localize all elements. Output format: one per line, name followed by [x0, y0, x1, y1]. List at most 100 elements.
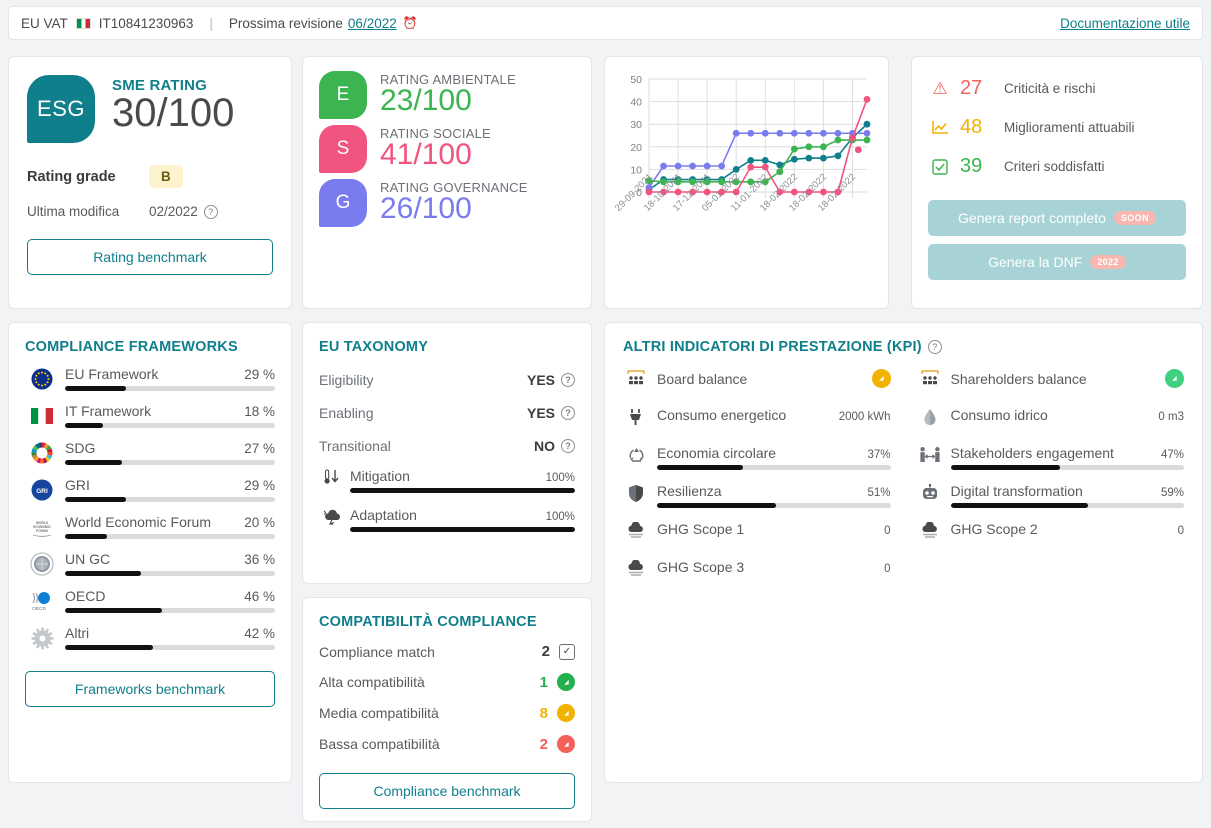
kpi-name: GHG Scope 1 [657, 521, 745, 537]
rating-sociale-text: RATING SOCIALE 41/100 [380, 125, 491, 171]
miglioramenti-value: 48 [960, 116, 983, 138]
kpi-body: Shareholders balance [951, 369, 1184, 388]
water-drop-icon [923, 408, 937, 426]
framework-icon-wrap [25, 440, 59, 466]
kpi-value: 0 [884, 525, 891, 537]
gri-logo-icon: GRI [31, 479, 53, 501]
taxonomy-progress-label: Mitigation [350, 468, 410, 484]
kpi-item: Consumo idrico 0 m3 [917, 407, 1185, 435]
documentation-link[interactable]: Documentazione utile [1060, 16, 1190, 31]
frameworks-list: EU Framework 29 % IT Framework 18 % SDG … [25, 366, 275, 651]
svg-text:0: 0 [636, 187, 642, 199]
thermometer-down-icon [323, 468, 341, 486]
un-global-compact-icon [30, 552, 54, 576]
dashboard-page: EU VAT IT10841230963 | Prossima revision… [0, 0, 1211, 828]
kpi-item: GHG Scope 3 0 [623, 559, 891, 587]
question-circle-icon[interactable]: ? [561, 373, 575, 387]
framework-percent: 20 % [244, 515, 275, 530]
compass-icon [561, 739, 572, 750]
shield-icon [628, 484, 644, 503]
compatibility-row: Bassa compatibilità 2 [319, 735, 575, 753]
kpi-icon-wrap [917, 483, 943, 506]
rating-benchmark-button[interactable]: Rating benchmark [27, 239, 273, 275]
svg-text:40: 40 [630, 97, 642, 109]
question-circle-icon[interactable]: ? [927, 340, 942, 354]
kpi-item: Resilienza 51% [623, 483, 891, 511]
framework-body: Altri 42 % [65, 625, 275, 650]
genera-report-button[interactable]: Genera report completo SOON [928, 200, 1186, 236]
question-circle-icon[interactable]: ? [561, 439, 575, 453]
kpi-progress-bar [657, 503, 891, 508]
italy-flag-icon [31, 408, 53, 424]
compatibility-count: 2 [539, 735, 548, 753]
framework-icon-wrap [25, 403, 59, 429]
taxonomy-row: Transitional NO ? [319, 438, 575, 454]
kpi-body: GHG Scope 3 0 [657, 559, 891, 575]
kpi-name: Consumo idrico [950, 407, 1048, 423]
rating-governance-value: 26/100 [380, 192, 472, 225]
framework-progress-fill [65, 497, 126, 502]
revision-date-link[interactable]: 06/2022 [348, 16, 397, 31]
framework-progress-bar [65, 497, 275, 502]
kpi-title: ALTRI INDICATORI DI PRESTAZIONE (KPI) [623, 339, 922, 355]
rating-history-chart-card: 0 10 20 30 40 50 29-09-2021 18-10-2021 17-12-20… [604, 56, 889, 309]
framework-icon-wrap: GRI [25, 477, 59, 503]
taxonomy-progress-row: Mitigation 100% [319, 468, 575, 493]
kpi-item: GHG Scope 2 0 [917, 521, 1184, 549]
kpi-body: Consumo energetico 2000 kWh [657, 407, 891, 423]
question-circle-icon[interactable]: ? [561, 406, 575, 420]
compatibility-rows: Compliance match 2 ✓ Alta compatibilità 1 Med… [319, 643, 575, 753]
kpi-body: Board balance [657, 369, 891, 388]
kpi-icon-wrap [623, 559, 649, 581]
kpi-progress-bar [950, 503, 1184, 508]
framework-progress-bar [65, 608, 275, 613]
taxonomy-progress-body: Adaptation 100% [350, 507, 575, 532]
cloud-ghg-icon [626, 560, 646, 577]
rating-grade-row: Rating grade B [27, 165, 273, 188]
top-bar: EU VAT IT10841230963 | Prossima revision… [8, 6, 1203, 40]
compatibility-label: Compliance match [319, 643, 435, 660]
kpi-body: Consumo idrico 0 m3 [951, 407, 1185, 423]
kpi-icon-wrap [917, 521, 943, 543]
framework-item: Altri 42 % [25, 625, 275, 651]
kpi-item: Digital transformation 59% [917, 483, 1184, 511]
framework-progress-fill [65, 645, 154, 650]
last-modified-label: Ultima modifica [27, 204, 120, 219]
compass-icon [871, 369, 891, 388]
sdg-wheel-icon [31, 442, 53, 464]
taxonomy-progress-fill [350, 488, 575, 493]
svg-text:20: 20 [630, 142, 642, 154]
rating-governance-row: G RATING GOVERNANCE 26/100 [319, 179, 575, 227]
framework-item: UN GC 36 % [25, 551, 275, 577]
compliance-benchmark-button[interactable]: Compliance benchmark [319, 773, 575, 809]
compatibility-count: 1 [539, 673, 548, 691]
framework-name: World Economic Forum [65, 514, 212, 530]
miglioramenti-row: 48 Miglioramenti attuabili [928, 116, 1186, 139]
kpi-value: 0 m3 [1158, 411, 1184, 423]
taxonomy-rows: Eligibility YES ? Enabling YES ? Transit… [319, 372, 575, 454]
framework-name: OECD [65, 588, 106, 604]
esg-breakdown-card: E RATING AMBIENTALE 23/100 S RATING SOCI… [302, 56, 592, 309]
compass-icon [876, 373, 887, 384]
rating-sociale-row: S RATING SOCIALE 41/100 [319, 125, 575, 173]
kpi-name: Resilienza [657, 483, 722, 499]
kpi-name: GHG Scope 3 [657, 559, 745, 575]
compliance-frameworks-title: COMPLIANCE FRAMEWORKS [25, 339, 238, 355]
svg-text:FORUM: FORUM [36, 529, 48, 533]
frameworks-benchmark-button[interactable]: Frameworks benchmark [25, 671, 275, 707]
question-circle-icon[interactable]: ? [203, 204, 218, 219]
kpi-icon-wrap [623, 445, 649, 468]
g-badge-icon: G [319, 179, 367, 227]
sme-rating-header: ESG SME RATING 30/100 [27, 75, 273, 143]
compass-icon [557, 704, 575, 722]
last-modified-row: Ultima modifica 02/2022 ? [27, 204, 273, 219]
taxonomy-value: YES [526, 372, 555, 388]
kpi-name: GHG Scope 2 [950, 521, 1038, 537]
genera-dnf-button[interactable]: Genera la DNF 2022 [928, 244, 1186, 280]
cloud-ghg-icon [920, 522, 940, 539]
framework-percent: 27 % [244, 441, 275, 456]
taxonomy-progress-fill [350, 527, 575, 532]
compatibility-title: COMPATIBILITÀ COMPLIANCE [319, 614, 537, 630]
compass-icon [1169, 373, 1180, 384]
taxonomy-progress-percent: 100% [545, 511, 575, 523]
